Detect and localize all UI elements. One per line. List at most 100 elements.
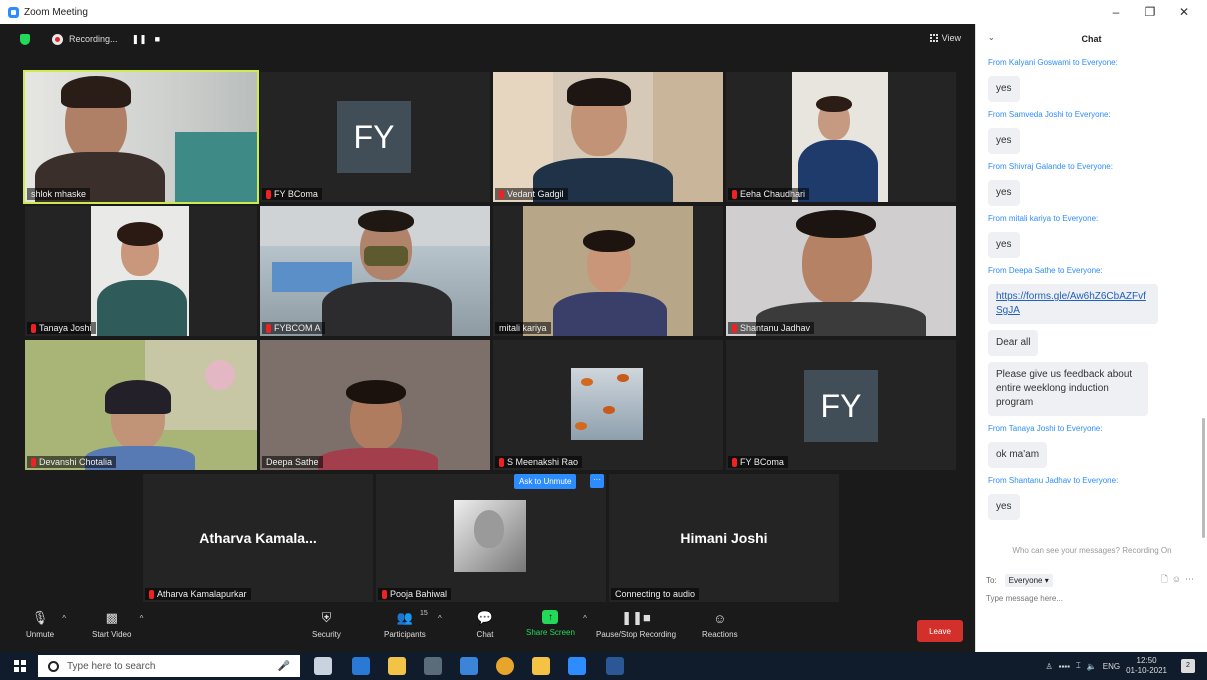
security-shield-icon[interactable]	[20, 33, 30, 45]
chevron-up-icon[interactable]: ^	[583, 614, 587, 623]
participant-name: Deepa Sathe	[266, 457, 319, 467]
reactions-button[interactable]: ☺ Reactions	[702, 610, 738, 640]
video-tile[interactable]: Atharva Kamala... Atharva Kamalapurkar	[143, 474, 373, 602]
recording-icon	[52, 33, 63, 45]
participant-body	[322, 282, 452, 336]
edge-icon[interactable]	[352, 657, 370, 675]
file-emoji-more-icons[interactable]: 🗋☺⋯	[1161, 572, 1198, 588]
mail-icon[interactable]	[460, 657, 478, 675]
participant-name: FY BComa	[274, 189, 318, 199]
participant-name: FYBCOM A	[274, 323, 321, 333]
clock[interactable]: 12:50 01-10-2021	[1126, 656, 1167, 676]
chevron-up-icon[interactable]: ^	[62, 614, 66, 623]
sticky-notes-icon[interactable]	[532, 657, 550, 675]
participant-nametag: Vedant Gadgil	[495, 188, 568, 200]
pause-stop-recording-button[interactable]: ❚❚■ Pause/Stop Recording	[596, 610, 676, 639]
participant-nametag: Shantanu Jadhav	[728, 322, 815, 334]
who-can-see-link[interactable]: Who can see your messages? Recording On	[976, 546, 1207, 555]
muted-mic-icon	[732, 323, 737, 333]
chat-label: Chat	[476, 630, 494, 639]
video-tile[interactable]: FY FY BComa	[260, 72, 490, 202]
task-view-icon[interactable]	[314, 657, 332, 675]
security-label: Security	[312, 630, 341, 639]
reactions-icon: ☺	[713, 610, 727, 626]
participant-name: Atharva Kamalapurkar	[157, 589, 247, 599]
minimize-icon[interactable]: –	[1099, 5, 1133, 19]
participant-nametag: FYBCOM A	[262, 322, 325, 334]
chevron-down-icon[interactable]: ⌄	[988, 33, 995, 42]
video-tile[interactable]: mitali kariya	[493, 206, 723, 336]
taskbar-search[interactable]: Type here to search 🎤	[38, 655, 300, 677]
participant-nametag: Pooja Bahiwal	[378, 588, 452, 600]
view-button[interactable]: View	[929, 33, 961, 43]
video-tile[interactable]: Himani Joshi Connecting to audio	[609, 474, 839, 602]
security-button[interactable]: ⛨ Security	[312, 610, 341, 639]
participant-hair	[346, 380, 406, 404]
recording-label: Recording...	[69, 34, 118, 44]
background-object	[175, 132, 257, 202]
leave-button[interactable]: Leave	[917, 620, 963, 642]
video-tile[interactable]: Tanaya Joshi	[25, 206, 257, 336]
video-tile[interactable]: Eeha Chaudhari	[726, 72, 956, 202]
participant-body	[798, 140, 878, 202]
participant-avatar: FY	[337, 101, 411, 173]
volume-icon[interactable]: 🔈	[1087, 662, 1097, 671]
video-tile[interactable]: Vedant Gadgil	[493, 72, 723, 202]
chat-scrollbar[interactable]	[1202, 418, 1205, 538]
chrome-icon[interactable]	[496, 657, 514, 675]
chevron-up-icon[interactable]: ^	[438, 614, 442, 623]
message-bubble: yes	[988, 180, 1020, 206]
tray-apps-icon[interactable]: ▪▪▪▪	[1059, 662, 1070, 671]
word-icon[interactable]	[606, 657, 624, 675]
stop-recording-button[interactable]: ■	[155, 34, 160, 44]
video-tile[interactable]: shlok mhaske	[23, 70, 259, 204]
language-indicator[interactable]: ENG	[1103, 662, 1120, 671]
maximize-icon[interactable]: ❐	[1133, 5, 1167, 19]
participant-hair	[358, 210, 414, 232]
participant-nametag: Eeha Chaudhari	[728, 188, 810, 200]
to-label: To:	[986, 575, 997, 585]
start-video-label: Start Video	[92, 630, 132, 639]
participant-display-name: Himani Joshi	[680, 530, 768, 546]
video-tile[interactable]: Devanshi Chotalia	[25, 340, 257, 470]
share-screen-icon: ↑	[542, 610, 559, 624]
windows-start-icon[interactable]	[14, 660, 26, 672]
participant-nametag: FY BComa	[262, 188, 322, 200]
video-tile[interactable]: FYBCOM A	[260, 206, 490, 336]
participants-icon: 👥	[396, 610, 413, 625]
form-link[interactable]: https://forms.gle/Aw6hZ6CbAZFvfSgJA	[996, 291, 1146, 316]
participants-button[interactable]: 👥 Participants 15 ^	[384, 610, 442, 639]
chat-button[interactable]: 💬 Chat	[476, 610, 494, 639]
recipient-select[interactable]: Everyone ▾	[1004, 573, 1053, 587]
people-icon[interactable]: ♙	[1045, 662, 1052, 671]
title-bar: Zoom Meeting – ❐ ✕	[0, 0, 1207, 24]
file-explorer-icon[interactable]	[388, 657, 406, 675]
store-icon[interactable]	[424, 657, 442, 675]
chat-message-input[interactable]	[986, 594, 1196, 603]
window-title: Zoom Meeting	[24, 6, 88, 18]
video-tile[interactable]: Pooja Bahiwal	[376, 474, 606, 602]
network-icon[interactable]: ⌶	[1076, 661, 1081, 671]
video-tile[interactable]: Deepa Sathe	[260, 340, 490, 470]
muted-microphone-icon: 🎙	[31, 610, 49, 625]
participant-body	[553, 292, 667, 336]
unmute-button[interactable]: 🎙 Unmute ^	[26, 610, 66, 639]
video-tile[interactable]: S Meenakshi Rao	[493, 340, 723, 470]
pause-recording-button[interactable]: ❚❚	[132, 34, 147, 45]
chat-title: Chat	[1081, 34, 1102, 44]
message-bubble: yes	[988, 232, 1020, 258]
participant-name: Devanshi Chotalia	[39, 457, 113, 467]
message-sender: From mitali kariya to Everyone:	[988, 214, 1099, 223]
microphone-icon[interactable]: 🎤	[278, 661, 290, 672]
ask-to-unmute-button[interactable]: Ask to Unmute	[514, 474, 577, 489]
video-tile[interactable]: Shantanu Jadhav	[726, 206, 956, 336]
start-video-button[interactable]: ▩ Start Video ^	[92, 610, 143, 639]
share-screen-button[interactable]: ↑ Share Screen ^	[526, 610, 587, 637]
zoom-taskbar-icon[interactable]	[568, 657, 586, 675]
video-tile[interactable]: FY FY BComa	[726, 340, 956, 470]
participant-hair	[796, 210, 876, 238]
chevron-up-icon[interactable]: ^	[140, 614, 144, 623]
notification-center-icon[interactable]: 2	[1181, 659, 1195, 673]
more-options-button[interactable]: ···	[590, 474, 604, 488]
close-icon[interactable]: ✕	[1167, 5, 1201, 19]
